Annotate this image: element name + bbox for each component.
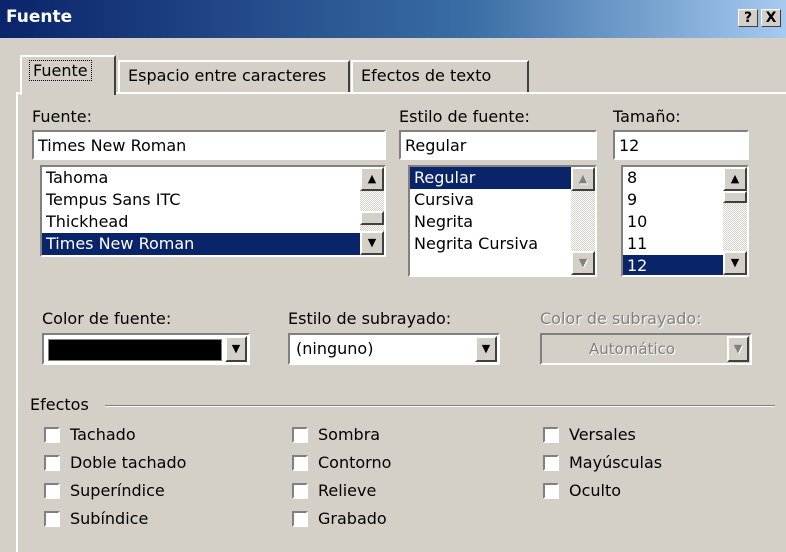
- help-button[interactable]: ?: [738, 9, 758, 27]
- tab-espacio-entre-caracteres[interactable]: Espacio entre caracteres: [118, 60, 350, 92]
- tab-fuente[interactable]: Fuente: [20, 55, 116, 95]
- tab-espacio-label: Espacio entre caracteres: [128, 66, 327, 85]
- tab-panel: [16, 92, 786, 552]
- close-button[interactable]: X: [761, 9, 781, 27]
- title-bar[interactable]: Fuente ? X: [0, 0, 786, 38]
- window-title: Fuente: [6, 7, 73, 27]
- tab-efectos-label: Efectos de texto: [361, 66, 492, 85]
- tab-fuente-label: Fuente: [29, 60, 92, 81]
- tab-efectos-de-texto[interactable]: Efectos de texto: [351, 60, 529, 92]
